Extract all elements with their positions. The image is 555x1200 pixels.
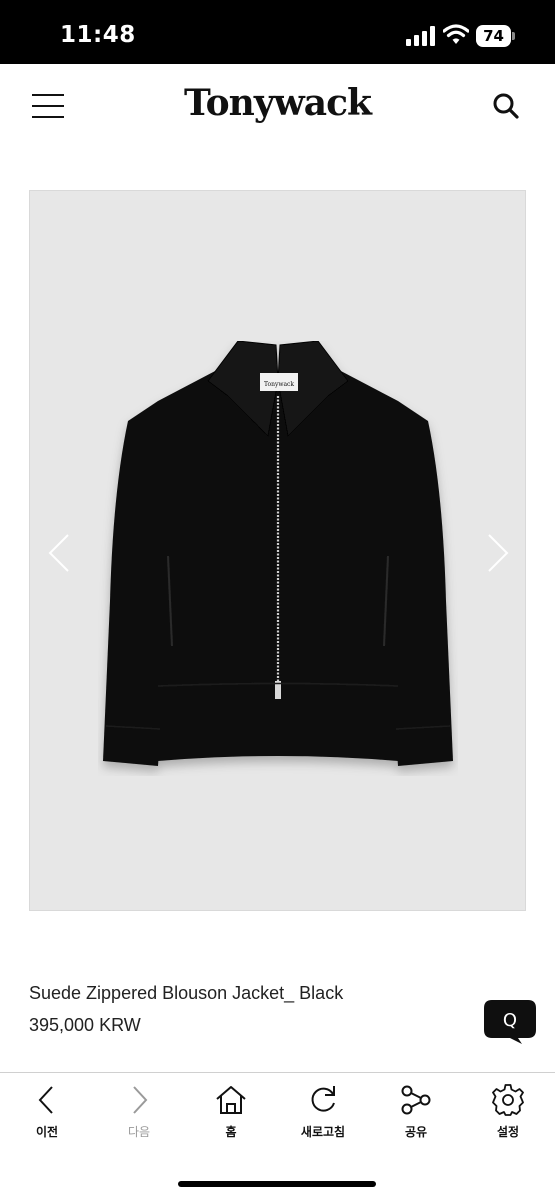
forward-button[interactable]: 다음	[99, 1083, 179, 1145]
brand-logo[interactable]: Tonywack	[0, 82, 555, 124]
home-icon	[216, 1086, 246, 1114]
site-header: Tonywack	[0, 64, 555, 154]
battery-level: 74	[476, 25, 511, 47]
status-bar: 11:48 74	[0, 0, 555, 64]
share-label: 공유	[404, 1125, 428, 1139]
battery-icon: 74	[476, 25, 516, 47]
svg-text:Tonywack: Tonywack	[264, 381, 294, 388]
home-label: 홈	[225, 1125, 237, 1139]
back-label: 이전	[35, 1125, 59, 1139]
refresh-icon	[311, 1086, 335, 1112]
battery-cap	[512, 32, 515, 40]
forward-label: 다음	[127, 1125, 151, 1139]
status-time: 11:48	[60, 22, 136, 48]
cellular-signal-icon	[406, 26, 435, 46]
share-button[interactable]: 공유	[376, 1083, 456, 1145]
q-chat-icon[interactable]: Q	[484, 1000, 536, 1044]
chevron-left-icon[interactable]	[44, 531, 74, 575]
refresh-label: 새로고침	[300, 1125, 346, 1139]
back-button[interactable]: 이전	[7, 1083, 87, 1145]
back-arrow-icon	[38, 1086, 53, 1114]
forward-arrow-icon	[133, 1086, 148, 1114]
product-name[interactable]: Suede Zippered Blouson Jacket_ Black	[29, 983, 343, 1004]
wifi-icon	[443, 24, 469, 44]
search-icon[interactable]	[490, 90, 522, 122]
home-button[interactable]: 홈	[191, 1083, 271, 1145]
product-image-carousel[interactable]: Tonywack	[29, 190, 526, 911]
refresh-button[interactable]: 새로고침	[283, 1083, 363, 1145]
home-indicator[interactable]	[178, 1181, 376, 1187]
product-photo-jacket: Tonywack	[103, 341, 453, 766]
chevron-right-icon[interactable]	[483, 531, 513, 575]
chat-label: Q	[503, 1010, 517, 1031]
gear-icon	[492, 1084, 524, 1116]
settings-button[interactable]: 설정	[468, 1083, 548, 1145]
settings-label: 설정	[496, 1125, 520, 1139]
product-price: 395,000 KRW	[29, 1015, 141, 1035]
share-icon	[401, 1085, 431, 1115]
